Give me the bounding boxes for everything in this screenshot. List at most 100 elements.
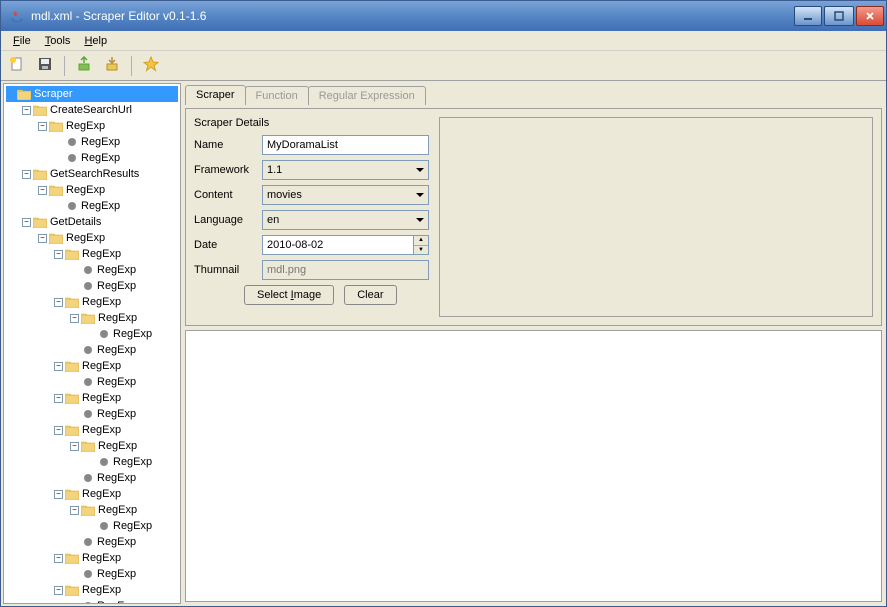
menu-help[interactable]: Help	[78, 33, 113, 49]
toolbar-star-button[interactable]	[139, 54, 163, 78]
tree-node[interactable]: RegExp	[6, 454, 178, 470]
tree-toggle-icon[interactable]: −	[38, 234, 47, 243]
tree-node[interactable]: −RegExp	[6, 390, 178, 406]
tree-node[interactable]: RegExp	[6, 326, 178, 342]
tree-node[interactable]: RegExp	[6, 374, 178, 390]
tree-label: RegExp	[97, 568, 136, 580]
toolbar-save-button[interactable]	[33, 54, 57, 78]
minimize-button[interactable]	[794, 6, 822, 26]
menu-file[interactable]: File	[7, 33, 37, 49]
folder-icon	[65, 552, 79, 564]
tree-node[interactable]: RegExp	[6, 150, 178, 166]
tree-toggle-icon	[54, 202, 63, 211]
toolbar-separator	[131, 56, 132, 76]
leaf-icon	[68, 202, 76, 210]
tree-node[interactable]: −RegExp	[6, 358, 178, 374]
tree-node[interactable]: RegExp	[6, 406, 178, 422]
tree-label: RegExp	[97, 344, 136, 356]
tree-node[interactable]: −GetSearchResults	[6, 166, 178, 182]
tree-node[interactable]: −RegExp	[6, 550, 178, 566]
menu-tools[interactable]: Tools	[39, 33, 77, 49]
tree-node[interactable]: RegExp	[6, 470, 178, 486]
tree-node[interactable]: −RegExp	[6, 182, 178, 198]
tree-node[interactable]: RegExp	[6, 278, 178, 294]
tree-node[interactable]: RegExp	[6, 198, 178, 214]
tree-toggle-icon[interactable]: −	[70, 314, 79, 323]
date-spinner[interactable]: ▲ ▼	[262, 235, 429, 255]
content-combo[interactable]: movies	[262, 185, 429, 205]
titlebar[interactable]: mdl.xml - Scraper Editor v0.1-1.6	[1, 1, 886, 31]
folder-icon	[81, 504, 95, 516]
tree-node[interactable]: RegExp	[6, 566, 178, 582]
tree-node[interactable]: −RegExp	[6, 422, 178, 438]
framework-combo[interactable]: 1.1	[262, 160, 429, 180]
tree-label: RegExp	[82, 488, 121, 500]
tree-node[interactable]: RegExp	[6, 534, 178, 550]
language-combo[interactable]: en	[262, 210, 429, 230]
tab-scraper[interactable]: Scraper	[185, 85, 246, 105]
window-title: mdl.xml - Scraper Editor v0.1-1.6	[31, 9, 794, 23]
toolbar-import-button[interactable]	[72, 54, 96, 78]
clear-button[interactable]: Clear	[344, 285, 396, 305]
group-title: Scraper Details	[194, 117, 429, 129]
tree-node[interactable]: − RegExp	[6, 502, 178, 518]
tab-regex[interactable]: Regular Expression	[308, 86, 426, 105]
java-app-icon	[9, 8, 25, 24]
tree-toggle-icon[interactable]: −	[54, 426, 63, 435]
tree-label: RegExp	[98, 440, 137, 452]
tree-toggle-icon[interactable]: −	[54, 250, 63, 259]
tree-label: RegExp	[97, 280, 136, 292]
tree-toggle-icon[interactable]: −	[22, 106, 31, 115]
date-up-button[interactable]: ▲	[414, 236, 428, 246]
tree-node[interactable]: −RegExp	[6, 118, 178, 134]
tree-node[interactable]: RegExp	[6, 342, 178, 358]
tree-label: RegExp	[98, 504, 137, 516]
tree-node[interactable]: −RegExp	[6, 294, 178, 310]
tree-node[interactable]: −GetDetails	[6, 214, 178, 230]
tree-node[interactable]: −RegExp	[6, 230, 178, 246]
date-down-button[interactable]: ▼	[414, 246, 428, 255]
tree-label: RegExp	[81, 136, 120, 148]
folder-icon	[65, 424, 79, 436]
tree-toggle-icon[interactable]: −	[54, 554, 63, 563]
tab-function[interactable]: Function	[245, 86, 309, 105]
tree-toggle-icon[interactable]: −	[70, 506, 79, 515]
date-input[interactable]	[262, 235, 413, 255]
toolbar-export-button[interactable]	[100, 54, 124, 78]
toolbar	[1, 51, 886, 81]
tree-node[interactable]: RegExp	[6, 262, 178, 278]
tree-node[interactable]: RegExp	[6, 598, 178, 604]
tab-strip: Scraper Function Regular Expression	[185, 83, 882, 105]
select-image-button[interactable]: Select Image	[244, 285, 334, 305]
tree-node[interactable]: RegExp	[6, 134, 178, 150]
tree-node[interactable]: −CreateSearchUrl	[6, 102, 178, 118]
tree-label: RegExp	[113, 328, 152, 340]
tree-toggle-icon[interactable]: −	[22, 218, 31, 227]
leaf-icon	[100, 458, 108, 466]
leaf-icon	[68, 138, 76, 146]
tree-toggle-icon[interactable]: −	[54, 490, 63, 499]
tree-toggle-icon[interactable]: −	[54, 298, 63, 307]
close-button[interactable]	[856, 6, 884, 26]
maximize-button[interactable]	[824, 6, 854, 26]
tree-node[interactable]: RegExp	[6, 518, 178, 534]
tree-node[interactable]: −RegExp	[6, 582, 178, 598]
folder-icon	[49, 232, 63, 244]
output-panel[interactable]	[185, 330, 882, 602]
tree-node[interactable]: −RegExp	[6, 246, 178, 262]
tree-toggle-icon[interactable]: −	[22, 170, 31, 179]
tree-toggle-icon[interactable]: −	[70, 442, 79, 451]
tree-toggle-icon[interactable]: −	[38, 186, 47, 195]
tree-toggle-icon[interactable]: −	[54, 586, 63, 595]
tree-pane[interactable]: Scraper−CreateSearchUrl−RegExpRegExpRegE…	[3, 83, 181, 604]
tree-node[interactable]: − RegExp	[6, 438, 178, 454]
tree-node[interactable]: − RegExp	[6, 486, 178, 502]
tree-toggle-icon[interactable]: −	[38, 122, 47, 131]
name-input[interactable]	[262, 135, 429, 155]
tree-toggle-icon	[70, 570, 79, 579]
tree-toggle-icon[interactable]: −	[54, 394, 63, 403]
tree-toggle-icon[interactable]: −	[54, 362, 63, 371]
tree-node[interactable]: Scraper	[6, 86, 178, 102]
tree-node[interactable]: −RegExp	[6, 310, 178, 326]
toolbar-new-button[interactable]	[5, 54, 29, 78]
